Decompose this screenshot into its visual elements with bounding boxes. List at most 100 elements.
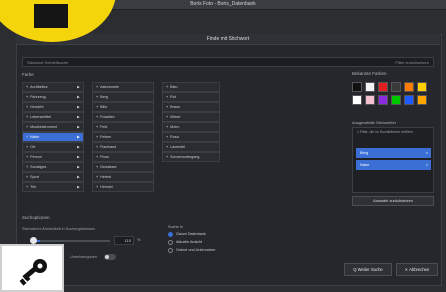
selected-keyword-item[interactable]: Berg ×: [356, 148, 431, 158]
expand-icon: +: [96, 165, 99, 169]
cancel-button[interactable]: ✕ Abbrechen: [396, 263, 438, 276]
expand-icon: +: [96, 185, 99, 189]
list-item[interactable]: + Felsen: [92, 132, 154, 142]
reset-selection-button[interactable]: Auswahl zurücksetzen: [352, 196, 434, 206]
expand-icon: +: [166, 85, 169, 89]
list-item-label: Sonstiges: [30, 165, 47, 169]
scope-option-view[interactable]: Aktuelle Ansicht: [168, 239, 258, 246]
color-swatch[interactable]: [365, 95, 375, 105]
remove-icon[interactable]: ×: [426, 160, 428, 170]
color-swatch[interactable]: [391, 95, 401, 105]
list-item[interactable]: + Person ▶: [22, 152, 84, 162]
reset-filter-link[interactable]: Filter zurücksetzen: [395, 60, 429, 65]
expand-icon: +: [96, 115, 99, 119]
expand-icon: +: [166, 115, 169, 119]
list-item[interactable]: + Blitz: [92, 102, 154, 112]
subcategory-toggle-label: Unterkategorien: [70, 255, 98, 259]
list-item-label: Wiese: [170, 115, 181, 119]
badge-black-square: [34, 4, 68, 28]
list-item[interactable]: + Feld: [92, 122, 154, 132]
expand-icon: +: [166, 125, 169, 129]
color-swatch[interactable]: [391, 82, 401, 92]
expand-icon: +: [26, 115, 29, 119]
chevron-right-icon: ▶: [77, 125, 80, 129]
list-item[interactable]: + Rot: [162, 92, 220, 102]
expand-icon: +: [26, 125, 29, 129]
list-item[interactable]: + Mohn: [162, 122, 220, 132]
list-item[interactable]: + Natur ▶: [22, 132, 84, 142]
color-swatch[interactable]: [404, 82, 414, 92]
lists-label: Farbe: [22, 72, 34, 77]
search-input[interactable]: Stichwort Schnellsuche Filter zurücksetz…: [22, 57, 434, 67]
scope-option-database[interactable]: Ganze Datenbank: [168, 231, 258, 238]
expand-icon: +: [26, 85, 29, 89]
list-item[interactable]: + Herbst: [92, 172, 154, 182]
color-swatch[interactable]: [378, 95, 388, 105]
radio-icon: [168, 247, 173, 253]
chevron-right-icon: ▶: [77, 115, 80, 119]
expand-icon: +: [96, 85, 99, 89]
list-item-label: Gewicht: [30, 105, 44, 109]
list-item-label: Fluss: [100, 155, 109, 159]
list-item[interactable]: + Wiese: [162, 112, 220, 122]
list-item-label: Lebensmittel: [30, 115, 52, 119]
list-item[interactable]: + Sport ▶: [22, 172, 84, 182]
colors-label: Bekannte Farben: [352, 71, 387, 76]
list-item[interactable]: + Lebensmittel ▶: [22, 112, 84, 122]
list-item[interactable]: + Tier ▶: [22, 182, 84, 192]
list-item[interactable]: + Lavendel: [162, 142, 220, 152]
expand-icon: +: [96, 125, 99, 129]
list-item[interactable]: + Musikinstrument ▶: [22, 122, 84, 132]
list-item[interactable]: + Sonnenuntergang: [162, 152, 220, 162]
expand-icon: +: [26, 175, 29, 179]
color-swatch[interactable]: [417, 82, 427, 92]
list-item[interactable]: + Berg: [92, 92, 154, 102]
expand-icon: +: [96, 105, 99, 109]
list-item[interactable]: + Architektur ▶: [22, 82, 84, 92]
color-swatch[interactable]: [352, 82, 362, 92]
selected-keyword-label: Berg: [360, 151, 369, 155]
subcategory-toggle[interactable]: [104, 254, 116, 260]
scope-option-label: Aktuelle Ansicht: [176, 240, 203, 244]
similarity-value-input[interactable]: 110: [114, 236, 134, 245]
color-swatch[interactable]: [352, 95, 362, 105]
scope-option-folder[interactable]: Ordner und Unterordner: [168, 247, 258, 254]
similarity-slider-track[interactable]: [32, 240, 110, 242]
similarity-slider-handle[interactable]: [30, 237, 37, 244]
remove-icon[interactable]: ×: [426, 148, 428, 158]
expand-icon: +: [26, 135, 29, 139]
color-swatch[interactable]: [404, 95, 414, 105]
expand-icon: +: [26, 105, 29, 109]
color-swatch[interactable]: [417, 95, 427, 105]
list-item-label: Himmel: [100, 185, 113, 189]
list-item[interactable]: + Gewicht ▶: [22, 102, 84, 112]
list-item[interactable]: + Sonstiges ▶: [22, 162, 84, 172]
list-item[interactable]: + Braun: [162, 102, 220, 112]
chevron-right-icon: ▶: [77, 145, 80, 149]
color-swatch[interactable]: [365, 82, 375, 92]
list-item[interactable]: + Astronomie: [92, 82, 154, 92]
list-item[interactable]: + Himmel: [92, 182, 154, 192]
expand-icon: +: [26, 155, 29, 159]
selected-keyword-label: Natur: [360, 163, 370, 167]
color-swatch[interactable]: [378, 82, 388, 92]
list-item[interactable]: + Blau: [162, 82, 220, 92]
list-item[interactable]: + Flachland: [92, 142, 154, 152]
list-item[interactable]: + Gewässer: [92, 162, 154, 172]
list-item[interactable]: + Ort ▶: [22, 142, 84, 152]
list-item[interactable]: + Fluss: [92, 152, 154, 162]
expand-icon: +: [26, 185, 29, 189]
list-item[interactable]: + Fossilien: [92, 112, 154, 122]
selected-hint: 1 Filter, die im Suchkriterien erfüllen: [357, 130, 413, 134]
list-item-label: Herbst: [100, 175, 112, 179]
expand-icon: +: [96, 135, 99, 139]
list-item[interactable]: + Rosa: [162, 132, 220, 142]
list-item-label: Feld: [100, 125, 108, 129]
list-item-label: Felsen: [100, 135, 112, 139]
expand-icon: +: [166, 155, 169, 159]
selected-keyword-item[interactable]: Natur ×: [356, 160, 431, 170]
list-item[interactable]: + Fahrzeug ▶: [22, 92, 84, 102]
list-item-label: Blau: [170, 85, 178, 89]
search-button[interactable]: Q Weiter Suche: [344, 263, 392, 276]
expand-icon: +: [96, 145, 99, 149]
